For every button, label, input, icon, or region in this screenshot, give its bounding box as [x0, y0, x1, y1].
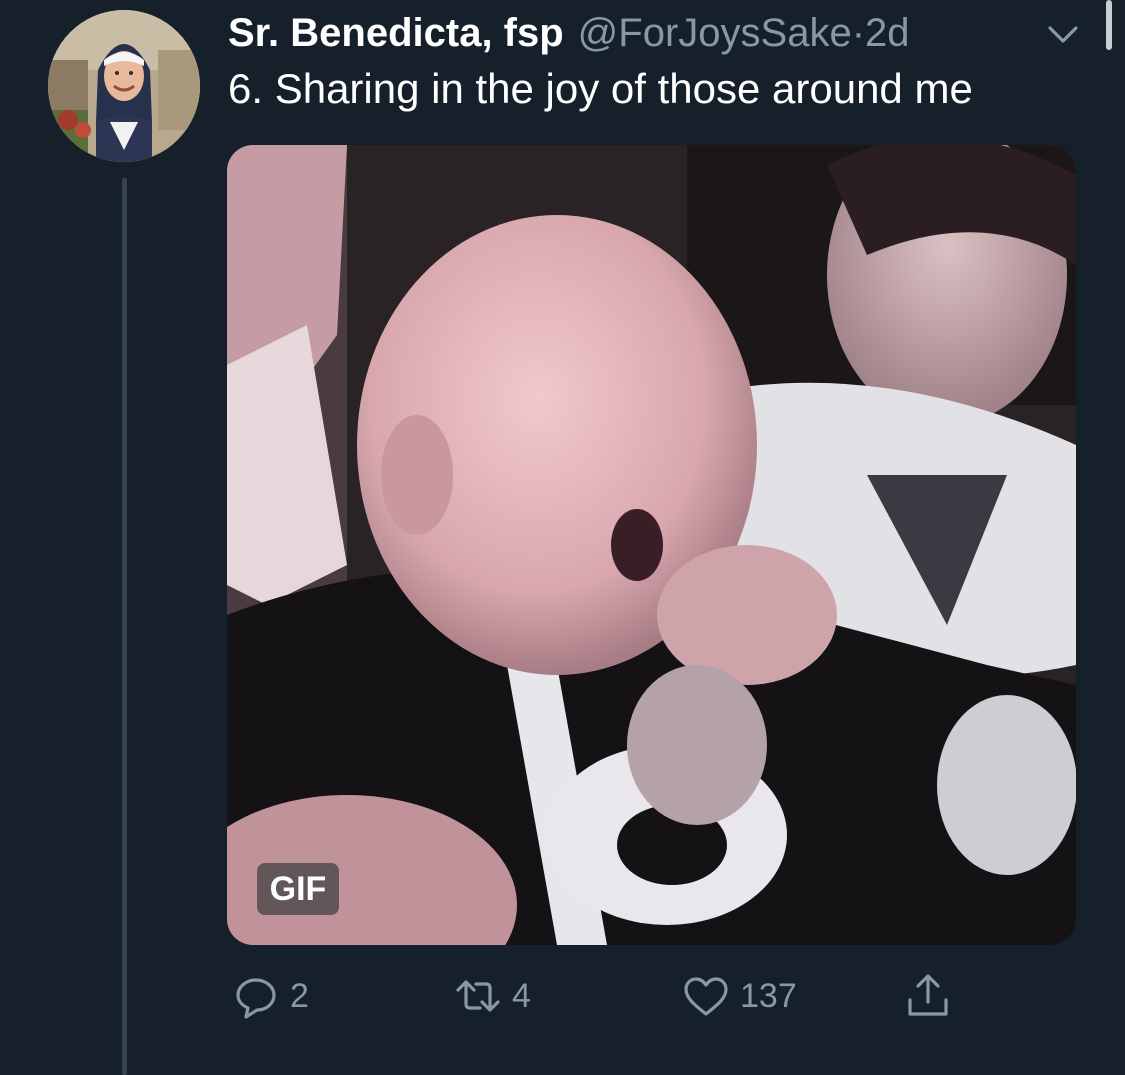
- share-upload-icon: [900, 968, 956, 1024]
- share-button[interactable]: [900, 968, 956, 1024]
- user-handle[interactable]: @ForJoysSake: [578, 11, 852, 55]
- avatar-photo: [48, 10, 200, 162]
- speech-bubble-icon: [228, 968, 284, 1024]
- display-name[interactable]: Sr. Benedicta, fsp: [228, 11, 564, 55]
- retweet-count: 4: [512, 976, 531, 1015]
- gif-frame: [227, 145, 1076, 945]
- action-bar: 2 4 137: [228, 968, 988, 1024]
- heart-icon: [678, 968, 734, 1024]
- thread-line: [122, 178, 127, 1075]
- tweet-text: 6. Sharing in the joy of those around me: [228, 65, 973, 112]
- gif-badge: GIF: [257, 863, 339, 915]
- retweet-button[interactable]: 4: [450, 968, 531, 1024]
- chevron-down-icon[interactable]: [1042, 14, 1084, 56]
- reply-count: 2: [290, 976, 309, 1015]
- scrollbar[interactable]: [1106, 0, 1112, 50]
- timestamp[interactable]: 2d: [865, 11, 910, 55]
- like-button[interactable]: 137: [678, 968, 797, 1024]
- like-count: 137: [740, 976, 797, 1015]
- reply-button[interactable]: 2: [228, 968, 309, 1024]
- gif-media[interactable]: GIF: [227, 145, 1076, 945]
- avatar[interactable]: [48, 10, 200, 162]
- retweet-arrows-icon: [450, 968, 506, 1024]
- tweet-header: Sr. Benedicta, fsp @ForJoysSake·2d: [228, 8, 910, 58]
- separator-dot: ·: [851, 11, 866, 55]
